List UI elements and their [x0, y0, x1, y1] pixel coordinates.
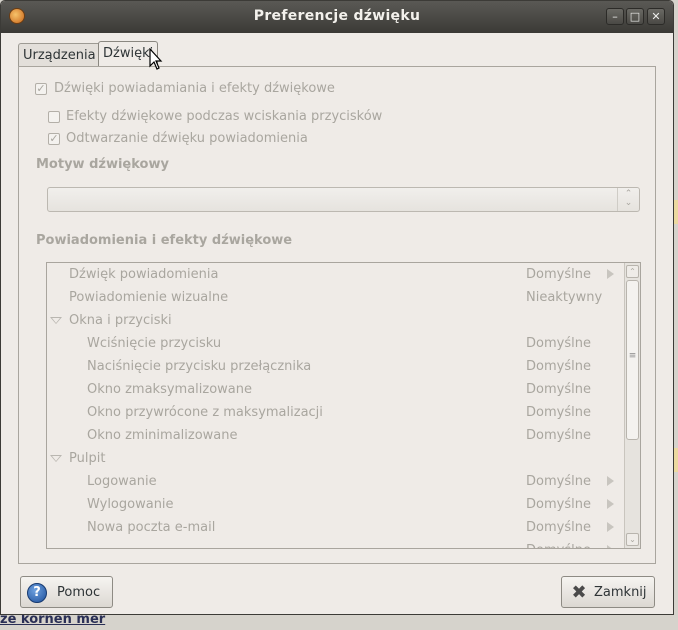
- tree-row-name: Okna i przyciski: [69, 313, 172, 328]
- tree-row-value: Domyślne: [526, 474, 591, 489]
- sound-theme-select[interactable]: ⌃ ⌄: [47, 187, 640, 212]
- tree-row-value: Domyślne: [526, 382, 591, 397]
- tree-row-value: Domyślne: [526, 405, 591, 420]
- tree-row[interactable]: Logowanie Domyślne: [47, 470, 622, 493]
- tree-row-value: Nieaktywny: [526, 290, 603, 305]
- events-heading: Powiadomienia i efekty dźwiękowe: [36, 233, 293, 248]
- help-icon: ?: [27, 583, 47, 603]
- background-strip: [674, 448, 678, 472]
- button-sounds-label: Efekty dźwiękowe podczas wciskania przyc…: [66, 109, 383, 124]
- sound-theme-heading: Motyw dźwiękowy: [36, 157, 169, 172]
- tree-row-name: Pulpit: [69, 451, 106, 466]
- tree-row[interactable]: Wciśnięcie przycisku Domyślne: [47, 332, 622, 355]
- tree-row-value: Domyślne: [526, 520, 591, 535]
- tree-row-value: Domyślne: [526, 539, 591, 548]
- notification-sound-checkbox[interactable]: ✓: [48, 133, 60, 145]
- tree-group-row[interactable]: Okna i przyciski: [47, 309, 622, 332]
- tree-row[interactable]: Nowa poczta e-mail Domyślne: [47, 516, 622, 539]
- tree-row-value: Domyślne: [526, 359, 591, 374]
- scroll-down-icon[interactable]: ⌄: [626, 533, 639, 546]
- tree-row-value: Domyślne: [526, 267, 591, 282]
- tree-row[interactable]: Wylogowanie Domyślne: [47, 493, 622, 516]
- tree-row[interactable]: Okno przywrócone z maksymalizacji Domyśl…: [47, 401, 622, 424]
- tree-scrollbar[interactable]: ⌃ ≡ ⌄: [624, 263, 640, 548]
- tree-row-value: Domyślne: [526, 336, 591, 351]
- close-button[interactable]: ✖ Zamknij: [561, 576, 655, 608]
- close-window-icon[interactable]: ✕: [647, 8, 665, 25]
- button-sounds-checkbox[interactable]: [48, 111, 60, 123]
- close-icon: ✖: [571, 582, 587, 603]
- tree-row[interactable]: Okno zmaksymalizowane Domyślne: [47, 378, 622, 401]
- main-sounds-checkbox[interactable]: ✓: [35, 83, 47, 95]
- minimize-icon[interactable]: –: [606, 8, 624, 25]
- play-arrow-icon[interactable]: [607, 269, 614, 279]
- tree-row-value: Domyślne: [526, 428, 591, 443]
- background-strip: [674, 200, 678, 224]
- title-bar[interactable]: Preferencje dźwięku – □ ✕: [1, 1, 673, 33]
- tree-row-name: Dźwięk powiadomienia: [69, 267, 219, 282]
- close-button-label: Zamknij: [594, 585, 647, 600]
- mouse-pointer-icon: [149, 48, 163, 70]
- combo-arrows-icon: ⌃ ⌄: [617, 188, 639, 211]
- tree-row[interactable]: Powiadomienie wizualne Nieaktywny: [47, 286, 622, 309]
- sound-events-tree[interactable]: Dźwięk powiadomienia Domyślne Powiadomie…: [46, 262, 641, 549]
- expander-open-icon[interactable]: [50, 455, 62, 462]
- tree-row-value: Domyślne: [526, 497, 591, 512]
- tree-row[interactable]: Okno zminimalizowane Domyślne: [47, 424, 622, 447]
- tab-devices[interactable]: Urządzenia: [18, 43, 101, 68]
- play-arrow-icon[interactable]: [607, 522, 614, 532]
- tree-row[interactable]: Dźwięk powiadomienia Domyślne: [47, 263, 622, 286]
- sound-preferences-dialog: Preferencje dźwięku – □ ✕ Urządzenia Dźw…: [0, 0, 674, 615]
- expander-open-icon[interactable]: [50, 317, 62, 324]
- play-arrow-icon[interactable]: [607, 545, 614, 548]
- main-sounds-label: Dźwięki powiadamiania i efekty dźwiękowe: [54, 81, 335, 96]
- help-button[interactable]: ? Pomoc: [20, 576, 113, 608]
- tree-row-name: Wciśnięcie przycisku: [87, 336, 222, 351]
- window-title: Preferencje dźwięku: [253, 8, 421, 24]
- tree-row-name: Wylogowanie: [87, 497, 174, 512]
- tree-row-name: Logowanie: [87, 474, 157, 489]
- tree-row-name: Nowa poczta e-mail: [87, 520, 216, 535]
- tree-row-name: Okno zmaksymalizowane: [87, 382, 253, 397]
- tree-row[interactable]: Naciśnięcie przycisku przełącznika Domyś…: [47, 355, 622, 378]
- tree-row-name: Okno przywrócone z maksymalizacji: [87, 405, 323, 420]
- help-button-label: Pomoc: [57, 585, 101, 600]
- tree-group-row[interactable]: Pulpit: [47, 447, 622, 470]
- scroll-thumb[interactable]: ≡: [626, 280, 639, 440]
- tree-row-name: Naciśnięcie przycisku przełącznika: [87, 359, 312, 374]
- scroll-up-icon[interactable]: ⌃: [626, 265, 639, 278]
- notification-sound-label: Odtwarzanie dźwięku powiadomienia: [66, 131, 308, 146]
- tree-row[interactable]: Domyślne: [47, 539, 622, 548]
- play-arrow-icon[interactable]: [607, 499, 614, 509]
- play-arrow-icon[interactable]: [607, 476, 614, 486]
- tree-row-name: Okno zminimalizowane: [87, 428, 238, 443]
- maximize-icon[interactable]: □: [626, 8, 644, 25]
- tree-row-name: Powiadomienie wizualne: [69, 290, 229, 305]
